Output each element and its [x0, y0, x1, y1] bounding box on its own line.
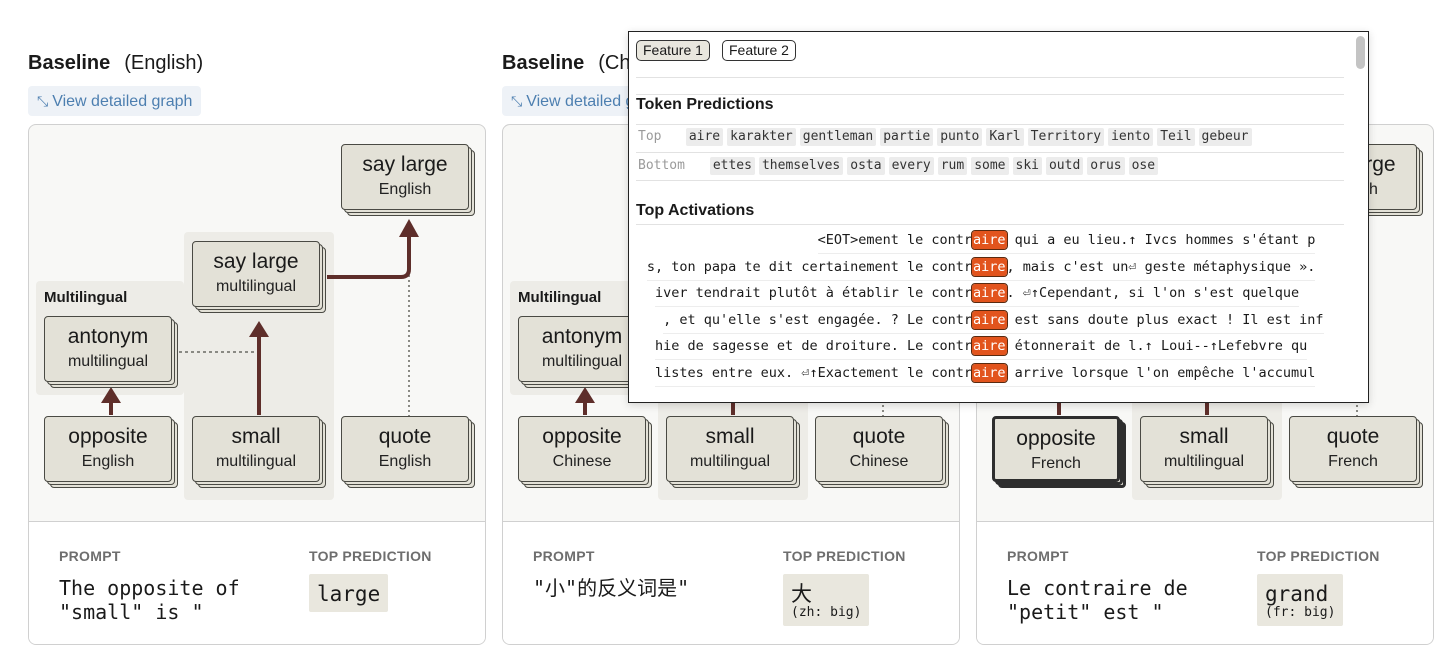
context-after: est sans doute plus exact ! Il est inf	[1006, 311, 1324, 328]
top-token: iento	[1108, 128, 1154, 146]
prediction-label: TOP PREDICTION	[783, 548, 906, 564]
top-token: Teil	[1157, 128, 1195, 146]
top-prediction: grand	[1265, 582, 1329, 606]
popup-scrollbar[interactable]	[1356, 36, 1365, 69]
top-token: Territory	[1027, 128, 1105, 146]
top-prediction-box: grand (fr: big)	[1257, 574, 1344, 626]
top-token: aire	[685, 128, 724, 146]
bottom-token: some	[971, 157, 1009, 175]
activation-line: , et qu'elle s'est engagée. ? Le contrai…	[663, 307, 1324, 334]
feature-popup: Feature 1 Feature 2 Token Predictions To…	[628, 31, 1369, 403]
view-detailed-graph-link[interactable]: ⤡View detailed graph	[28, 86, 202, 116]
prompt-text: Le contraire de "petit" est "	[1007, 576, 1188, 624]
top-label: Top	[638, 129, 662, 144]
attribution-graph: Multilingual say large English say large…	[29, 125, 485, 521]
tab-feature-2[interactable]: Feature 2	[722, 40, 796, 61]
bottom-token: ski	[1012, 157, 1042, 175]
highlighted-token: aire	[971, 309, 1008, 330]
bottom-token: orus	[1087, 157, 1125, 175]
prompt-text: The opposite of "small" is "	[59, 576, 240, 624]
context-after: étonnerait de l.↑ Loui--↑Lefebvre qu	[1006, 338, 1308, 354]
bottom-token: osta	[847, 157, 885, 175]
context-before: iver tendrait plutôt à établir le contr	[655, 285, 972, 301]
top-token-row: Top aire karakter gentleman partie punto Karl…	[638, 128, 1256, 150]
prompt-text: "小"的反义词是"	[533, 576, 690, 600]
prediction-gloss: (fr: big)	[1265, 605, 1336, 620]
highlighted-token: aire	[971, 256, 1008, 277]
expand-icon: ⤡	[37, 93, 49, 109]
bottom-label: Bottom	[638, 158, 685, 173]
prediction-label: TOP PREDICTION	[1257, 548, 1380, 564]
graph-column: Baseline (English) ⤡ View detailed graph M…	[28, 0, 486, 658]
token-predictions-title: Token Predictions	[636, 96, 774, 113]
activation-line: iver tendrait plutôt à établir le contra…	[655, 280, 1300, 307]
bottom-token: ose	[1128, 157, 1159, 175]
top-activations-title: Top Activations	[636, 202, 755, 219]
context-after: qui a eu lieu.↑ Ivcs hommes s'étant p	[1006, 232, 1316, 248]
activation-list: <EOT>ement le contraire qui a eu lieu.↑ …	[636, 227, 1348, 387]
bottom-token: outd	[1045, 157, 1084, 175]
prompt-label: PROMPT	[1007, 548, 1069, 564]
highlighted-token: aire	[971, 230, 1008, 250]
top-token: gebeur	[1198, 128, 1252, 146]
highlighted-token: aire	[971, 362, 1008, 383]
activation-line: hie de sagesse et de droiture. Le contra…	[655, 333, 1308, 360]
top-prediction-box: large	[309, 574, 389, 612]
prompt-panel: PROMPT TOP PREDICTION "小"的反义词是" 大 (zh: b…	[503, 521, 959, 644]
activation-line: listes entre eux. ⏎↑Exactement le contra…	[655, 360, 1316, 387]
prediction-label: TOP PREDICTION	[309, 548, 432, 564]
prompt-label: PROMPT	[533, 548, 595, 564]
graph-card: Multilingual say large English say large…	[28, 124, 486, 645]
context-before: <EOT>ement le contr	[817, 232, 972, 248]
top-token: Karl	[986, 128, 1024, 146]
context-after: . ⏎↑Cependant, si l'on s'est quelque	[1006, 285, 1300, 301]
activation-line: s, ton papa te dit certainement le contr…	[646, 254, 1316, 281]
highlighted-token: aire	[971, 283, 1008, 303]
context-before: s, ton papa te dit certainement le contr	[646, 258, 972, 275]
prompt-label: PROMPT	[59, 548, 121, 564]
expand-icon: ⤡	[511, 93, 523, 109]
top-token: punto	[937, 128, 983, 146]
context-after: , mais c'est un⏎ geste métaphysique ».	[1006, 258, 1316, 275]
prediction-gloss: (zh: big)	[791, 605, 862, 620]
bottom-token: ettes	[709, 157, 755, 175]
prompt-panel: PROMPT TOP PREDICTION Le contraire de "p…	[977, 521, 1433, 644]
bottom-token: themselves	[758, 157, 844, 175]
bottom-token-row: Bottom ettes themselves osta every rum some sk…	[638, 157, 1162, 179]
top-token: gentleman	[799, 128, 877, 146]
bottom-token: every	[888, 157, 934, 175]
top-prediction-box: 大 (zh: big)	[783, 574, 870, 626]
top-token: karakter	[727, 128, 796, 146]
column-title: Baseline (English)	[28, 52, 204, 74]
context-before: , et qu'elle s'est engagée. ? Le contr	[663, 311, 972, 328]
bottom-token: rum	[937, 157, 968, 175]
top-token: partie	[880, 128, 934, 146]
top-prediction: large	[317, 582, 381, 606]
context-before: listes entre eux. ⏎↑Exactement le contr	[655, 364, 972, 381]
prompt-panel: PROMPT TOP PREDICTION The opposite of "s…	[29, 521, 485, 644]
context-before: hie de sagesse et de droiture. Le contr	[655, 338, 972, 354]
top-prediction: 大	[791, 582, 812, 606]
context-after: arrive lorsque l'on empêche l'accumul	[1006, 364, 1316, 381]
activation-line: <EOT>ement le contraire qui a eu lieu.↑ …	[817, 227, 1316, 254]
tab-feature-1[interactable]: Feature 1	[636, 40, 710, 61]
highlighted-token: aire	[971, 336, 1008, 356]
